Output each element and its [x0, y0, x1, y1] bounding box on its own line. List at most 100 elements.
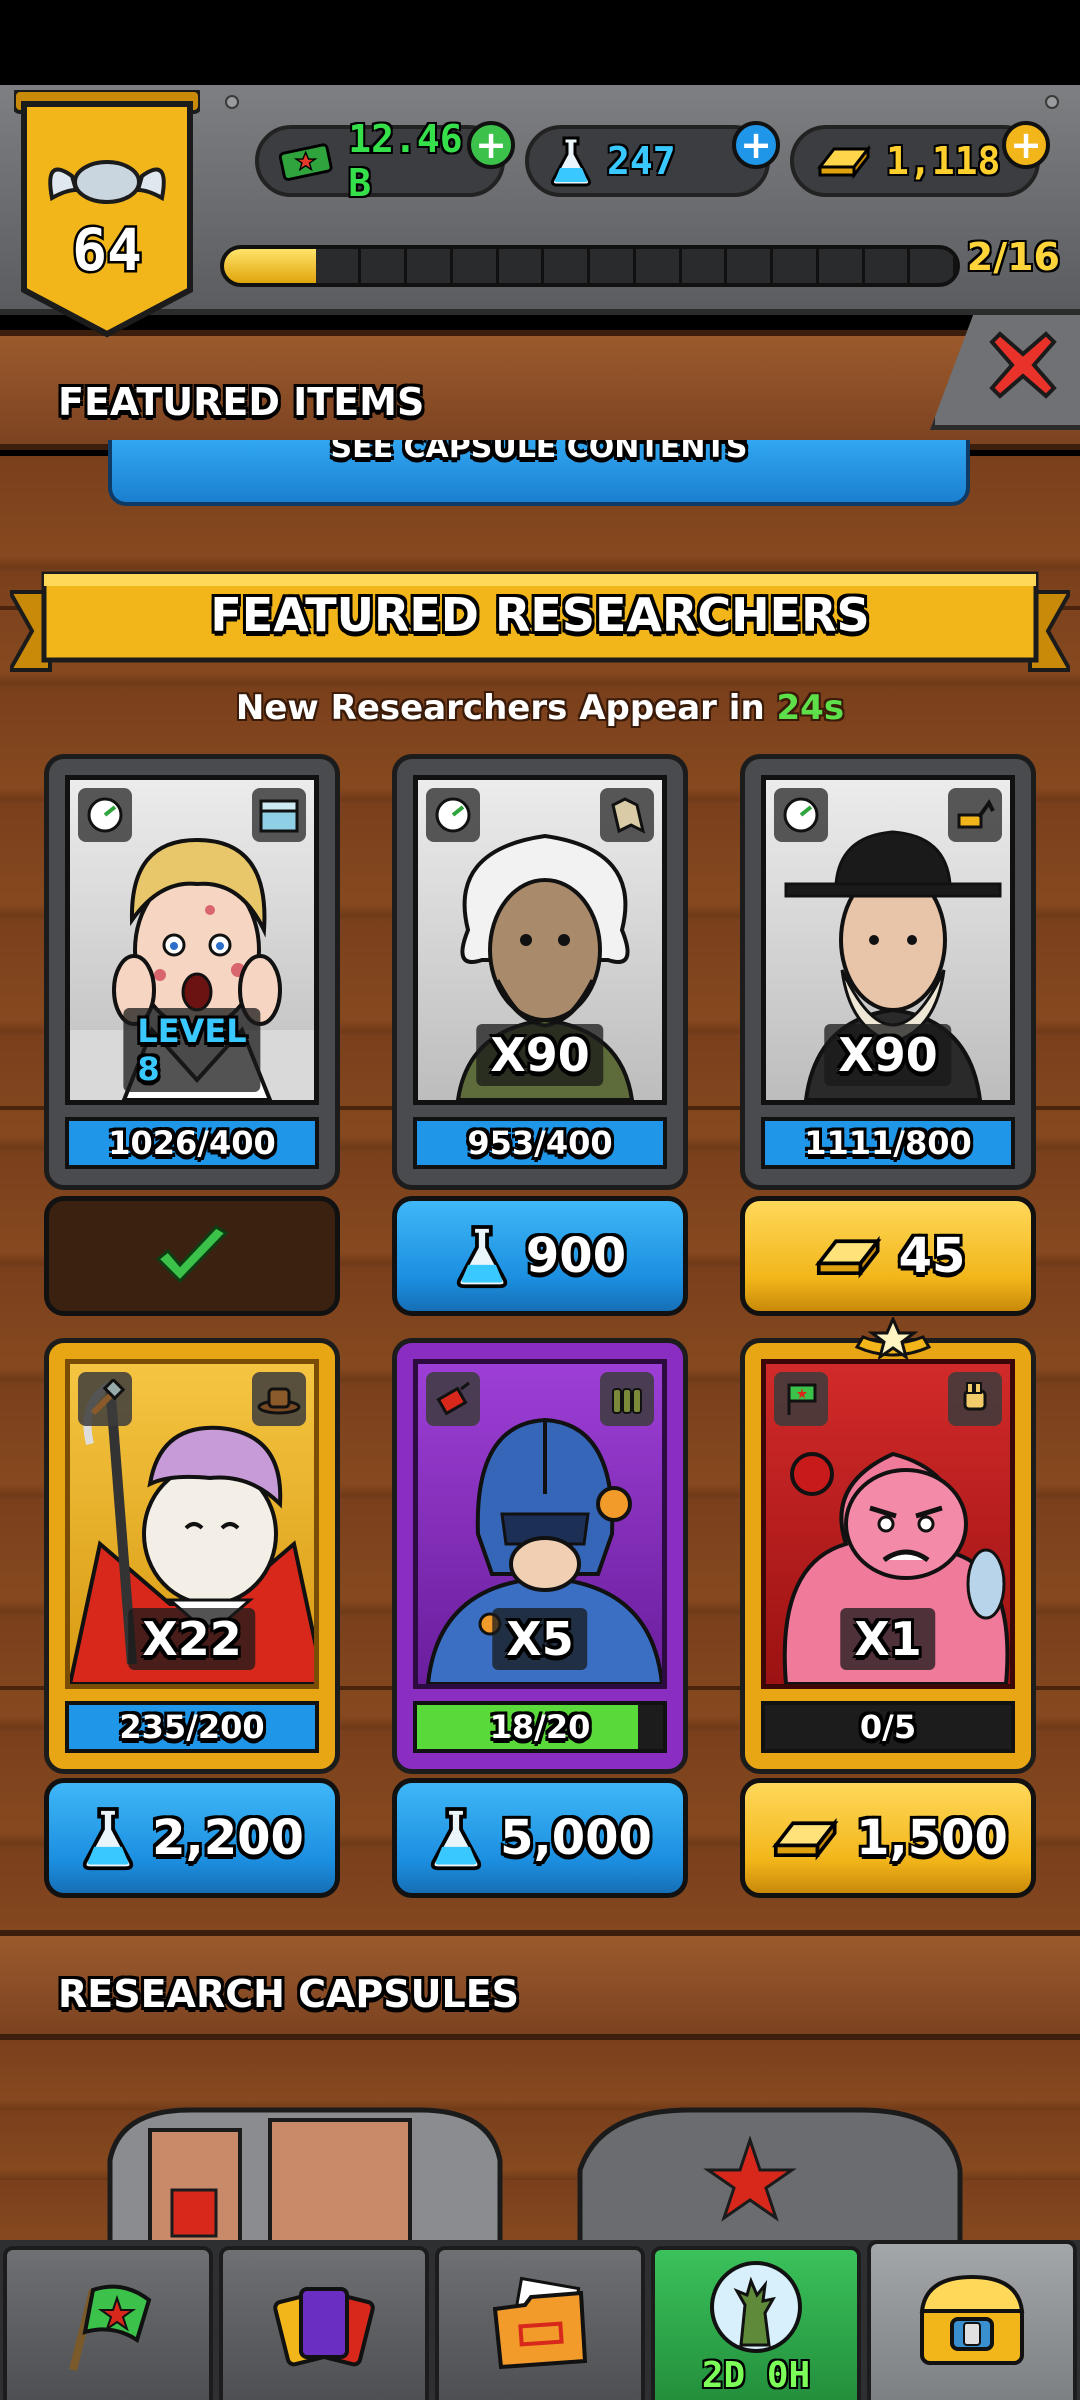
refresh-timer: 24s	[776, 688, 845, 728]
star-crest-icon	[854, 1317, 932, 1361]
add-gold-button[interactable]: +	[1002, 121, 1050, 169]
researcher-card-2[interactable]: X90 953/400	[392, 754, 688, 1190]
researcher-card-6[interactable]: X1 0/5	[740, 1317, 1036, 1774]
researcher-portrait: X1	[761, 1359, 1015, 1689]
player-level-badge[interactable]: 64	[14, 90, 200, 340]
researcher-label: X90	[824, 1024, 952, 1086]
xp-segment	[773, 249, 819, 283]
close-icon[interactable]	[988, 330, 1058, 400]
featured-researchers-banner: FEATURED RESEARCHERS	[10, 570, 1070, 674]
researcher-progress: 235/200	[65, 1701, 319, 1753]
flask-value: 247	[607, 139, 676, 183]
researcher-progress: 1026/400	[65, 1117, 319, 1169]
ammo-icon	[600, 1372, 654, 1426]
dynamite-icon	[426, 1372, 480, 1426]
gold-bar-icon	[772, 1817, 839, 1861]
gold-counter: 1,118 +	[790, 121, 1050, 197]
xp-progress-fill	[224, 249, 316, 283]
buy-researcher-5-button[interactable]: 5,000	[392, 1778, 688, 1898]
research-capsules-header: RESEARCH CAPSULES	[0, 1930, 1080, 2040]
xp-segment	[499, 249, 545, 283]
researcher-owned-indicator	[44, 1196, 340, 1316]
price-label: 45	[898, 1228, 966, 1284]
xp-segment	[361, 249, 407, 283]
nav-tab-files[interactable]	[435, 2246, 645, 2400]
researcher-progress-text: 953/400	[467, 1124, 613, 1162]
event-timer: 2D 0H	[701, 2355, 811, 2396]
buy-researcher-2-button[interactable]: 900	[392, 1196, 688, 1316]
price-label: 2,200	[152, 1810, 304, 1866]
xp-segment	[682, 249, 728, 283]
flask-counter: 247 +	[525, 121, 780, 197]
bottom-navigation: 2D 0H	[0, 2240, 1080, 2400]
cash-counter: 12.46 B +	[255, 117, 515, 205]
see-capsule-contents-button[interactable]: SEE CAPSULE CONTENTS	[108, 440, 970, 506]
researcher-card-3[interactable]: X90 1111/800	[740, 754, 1036, 1190]
folder-icon	[492, 2276, 588, 2370]
nav-tab-missions[interactable]	[3, 2246, 213, 2400]
steel-capsule[interactable]	[560, 2100, 980, 2250]
researcher-portrait: X5	[413, 1359, 667, 1689]
nav-tab-event[interactable]: 2D 0H	[651, 2246, 861, 2400]
flask-icon	[82, 1807, 134, 1871]
section-title: FEATURED ITEMS	[58, 380, 425, 424]
researcher-label: X5	[492, 1608, 588, 1670]
researcher-portrait: LEVEL 8	[65, 775, 319, 1105]
add-cash-button[interactable]: +	[467, 121, 515, 169]
researcher-card-4[interactable]: X22 235/200	[44, 1338, 340, 1774]
xp-segment	[544, 249, 590, 283]
cowboy-hat-icon	[252, 1372, 306, 1426]
nav-tab-shop[interactable]	[867, 2240, 1077, 2400]
buy-researcher-4-button[interactable]: 2,200	[44, 1778, 340, 1898]
researcher-progress-text: 0/5	[859, 1708, 917, 1746]
price-label: 900	[525, 1228, 627, 1284]
researcher-portrait: X90	[413, 775, 667, 1105]
flask-icon	[430, 1807, 482, 1871]
researcher-progress: 1111/800	[761, 1117, 1015, 1169]
rivet	[1045, 95, 1059, 109]
xp-segment	[407, 249, 453, 283]
researcher-progress: 18/20	[413, 1701, 667, 1753]
flag-icon	[774, 1372, 828, 1426]
researcher-progress: 953/400	[413, 1117, 667, 1169]
researcher-label: X1	[840, 1608, 936, 1670]
research-capsules-list	[0, 2040, 1080, 2250]
researcher-portrait: X90	[761, 775, 1015, 1105]
gold-bar-icon	[814, 1235, 882, 1279]
flask-icon	[551, 136, 591, 187]
nav-tab-cards[interactable]	[219, 2246, 429, 2400]
rivet	[225, 95, 239, 109]
price-label: 1,500	[856, 1810, 1008, 1866]
flask-icon	[456, 1225, 508, 1289]
price-label: 5,000	[500, 1810, 652, 1866]
xp-segment	[819, 249, 865, 283]
speed-gauge-icon	[774, 788, 828, 842]
researchers-refresh-text: New Researchers Appear in 24s	[0, 688, 1080, 728]
add-flasks-button[interactable]: +	[732, 121, 780, 169]
xp-segment	[910, 249, 956, 283]
player-level: 64	[72, 216, 142, 284]
excavator-icon	[948, 788, 1002, 842]
checkmark-icon	[155, 1225, 229, 1284]
buy-researcher-3-button[interactable]: 45	[740, 1196, 1036, 1316]
buy-researcher-6-button[interactable]: 1,500	[740, 1778, 1036, 1898]
refresh-prefix: New Researchers Appear in	[235, 688, 777, 728]
researcher-portrait: X22	[65, 1359, 319, 1689]
researcher-progress-text: 1026/400	[108, 1124, 276, 1162]
xp-segment	[316, 249, 362, 283]
researcher-label: X22	[128, 1608, 256, 1670]
speed-gauge-icon	[78, 788, 132, 842]
research-capsules-title: RESEARCH CAPSULES	[58, 1972, 520, 2016]
researcher-card-1[interactable]: LEVEL 8 1026/400	[44, 754, 340, 1190]
xp-segment	[727, 249, 773, 283]
chest-icon	[919, 2274, 1025, 2365]
event-icon	[710, 2261, 802, 2353]
researcher-progress: 0/5	[761, 1701, 1015, 1753]
xp-segment	[453, 249, 499, 283]
cards-icon	[273, 2287, 375, 2367]
featured-researchers-title: FEATURED RESEARCHERS	[210, 588, 870, 642]
researcher-progress-text: 18/20	[489, 1708, 591, 1746]
wooden-capsule[interactable]	[90, 2090, 520, 2250]
xp-progress-label: 2/16	[966, 235, 1060, 279]
researcher-card-5[interactable]: X5 18/20	[392, 1338, 688, 1774]
